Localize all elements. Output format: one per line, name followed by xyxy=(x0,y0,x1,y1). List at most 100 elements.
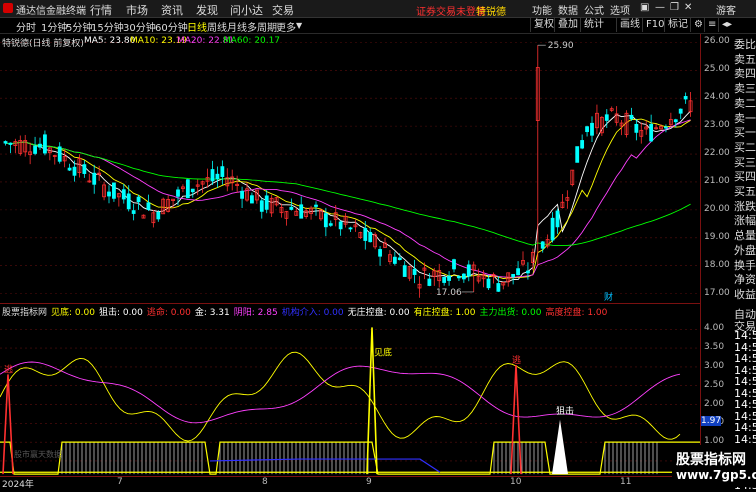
quote-field-label[interactable]: 卖三 xyxy=(734,80,756,96)
candle-body xyxy=(38,143,42,148)
candle-body xyxy=(156,212,161,220)
candle-body xyxy=(338,221,343,230)
period-tab-15min[interactable]: 15分钟 xyxy=(91,19,124,34)
quote-field-label[interactable]: 买五 xyxy=(734,183,756,199)
candle-body xyxy=(461,273,466,280)
candle-body xyxy=(314,204,318,207)
candle-body xyxy=(526,270,530,274)
quote-field-label[interactable]: 收益 xyxy=(734,286,756,302)
candle-body xyxy=(629,114,634,120)
signal-annotation: 狙击 xyxy=(556,405,574,417)
candle-body xyxy=(348,227,353,230)
period-tab-weekly[interactable]: 周线 xyxy=(207,19,227,34)
quote-field-label[interactable]: 总量 xyxy=(734,227,756,243)
menu-formula[interactable]: 公式 xyxy=(584,2,604,17)
indicator-chart[interactable]: 见底逃逃狙击股市赢天数据 xyxy=(0,318,700,476)
period-tab-60min[interactable]: 60分钟 xyxy=(155,19,188,34)
skin-icon[interactable]: ▣ xyxy=(640,2,649,13)
watermark: 股票指标网 www.7gp5.com xyxy=(672,445,756,487)
price-tick-label: 17.00 xyxy=(704,287,730,298)
x-axis-label-oct: 10 xyxy=(510,477,522,487)
period-tab-monthly[interactable]: 月线 xyxy=(227,19,247,34)
quote-field-label[interactable]: 涨跌 xyxy=(734,198,756,214)
menu-discover[interactable]: 发现 xyxy=(196,2,218,18)
quote-field-label[interactable]: 卖一 xyxy=(734,110,756,126)
price-tick-label: 24.00 xyxy=(704,92,730,103)
stock-name-notice: 特锐德 xyxy=(476,7,506,18)
price-tick-label: 19.00 xyxy=(704,231,730,242)
kline-chart[interactable]: 25.90 17.06 财 xyxy=(0,34,700,302)
candle-body xyxy=(72,166,77,176)
indicator-tick-label: 2.00 xyxy=(704,398,725,409)
candle-body xyxy=(176,189,180,197)
indicator-item: 高度控盘: 1.00 xyxy=(545,308,608,318)
watermark-title: 股票指标网 xyxy=(676,452,746,468)
indicator-tick-label: 3.00 xyxy=(704,360,725,371)
candle-body xyxy=(112,182,116,199)
period-tab-5min[interactable]: 5分钟 xyxy=(66,19,92,34)
overlay-button[interactable]: 叠加 xyxy=(554,18,581,32)
price-tick-label: 20.00 xyxy=(704,203,730,214)
x-axis-label-nov: 11 xyxy=(620,477,632,487)
period-tab-daily[interactable]: 日线 xyxy=(187,19,207,34)
candle-body xyxy=(664,126,668,129)
quote-field-label[interactable]: 卖五 xyxy=(734,51,756,67)
mark-button[interactable]: 标记 xyxy=(664,18,691,32)
period-tab-1min[interactable]: 1分钟 xyxy=(41,19,67,34)
period-tab-30min[interactable]: 30分钟 xyxy=(123,19,156,34)
menu-quotes[interactable]: 行情 xyxy=(90,2,112,18)
finance-report-marker: 财 xyxy=(604,291,613,302)
price-tick-label: 18.00 xyxy=(704,259,730,270)
quote-field-label[interactable]: 买四 xyxy=(734,168,756,184)
candle-body xyxy=(136,196,141,203)
period-tab-more[interactable]: 更多 xyxy=(276,19,296,34)
candle-body xyxy=(8,142,13,145)
chevron-down-icon[interactable]: ▼ xyxy=(296,21,302,30)
yinyang-line xyxy=(0,361,681,424)
quote-field-label[interactable]: 卖二 xyxy=(734,95,756,111)
x-axis-label-aug: 8 xyxy=(262,477,268,487)
candle-body xyxy=(328,223,333,226)
indicator-name: 股票指标网 xyxy=(2,308,48,318)
candle-body xyxy=(466,264,471,277)
period-tab-timeshare[interactable]: 分时 xyxy=(16,19,36,34)
menu-options[interactable]: 选项 xyxy=(610,2,630,17)
candle-body xyxy=(126,193,131,210)
candle-body xyxy=(634,123,639,133)
candle-body xyxy=(427,278,432,286)
ma-line-20 xyxy=(5,119,691,278)
faint-source-text: 股市赢天数据 xyxy=(14,449,62,459)
menu-market[interactable]: 市场 xyxy=(126,2,148,18)
indicator-item: 见底: 0.00 xyxy=(51,308,95,318)
quote-field-label[interactable]: 委比 xyxy=(734,36,756,52)
indicator-item: 逃命: 0.00 xyxy=(146,308,191,318)
menu-function[interactable]: 功能 xyxy=(532,2,552,17)
quote-field-label[interactable]: 买三 xyxy=(734,154,756,170)
restore-icon[interactable]: ❐ xyxy=(670,2,679,13)
quote-field-label[interactable]: 买一 xyxy=(734,124,756,140)
stats-button[interactable]: 统计 xyxy=(580,18,607,32)
fuquan-button[interactable]: 复权 xyxy=(530,18,557,32)
guest-user[interactable]: 游客 xyxy=(716,2,736,17)
close-icon[interactable]: ✕ xyxy=(684,2,692,13)
quote-field-label[interactable]: 外盘 xyxy=(734,242,756,258)
candle-body xyxy=(678,108,683,114)
quote-field-label[interactable]: 卖四 xyxy=(734,65,756,81)
candle-body xyxy=(397,257,402,260)
candle-body xyxy=(220,166,225,177)
expand-icon[interactable]: ◂▸ xyxy=(718,18,735,32)
quote-field-label[interactable]: 涨幅 xyxy=(734,212,756,228)
ma-line-10 xyxy=(5,118,691,279)
menu-news[interactable]: 资讯 xyxy=(161,2,183,18)
period-tab-multi[interactable]: 多周期 xyxy=(247,19,277,34)
draw-button[interactable]: 画线 xyxy=(616,18,643,32)
minimize-icon[interactable]: — xyxy=(655,2,665,13)
menu-ask[interactable]: 问小达 xyxy=(230,2,263,18)
quote-field-label[interactable]: 换手 xyxy=(734,257,756,273)
quote-field-label[interactable]: 买二 xyxy=(734,139,756,155)
quote-field-label[interactable]: 净资 xyxy=(734,271,756,287)
candle-body xyxy=(496,283,501,292)
menu-data[interactable]: 数据 xyxy=(558,2,578,17)
menu-trade[interactable]: 交易 xyxy=(272,2,294,18)
indicator-item: 阴阳: 2.85 xyxy=(233,308,278,318)
